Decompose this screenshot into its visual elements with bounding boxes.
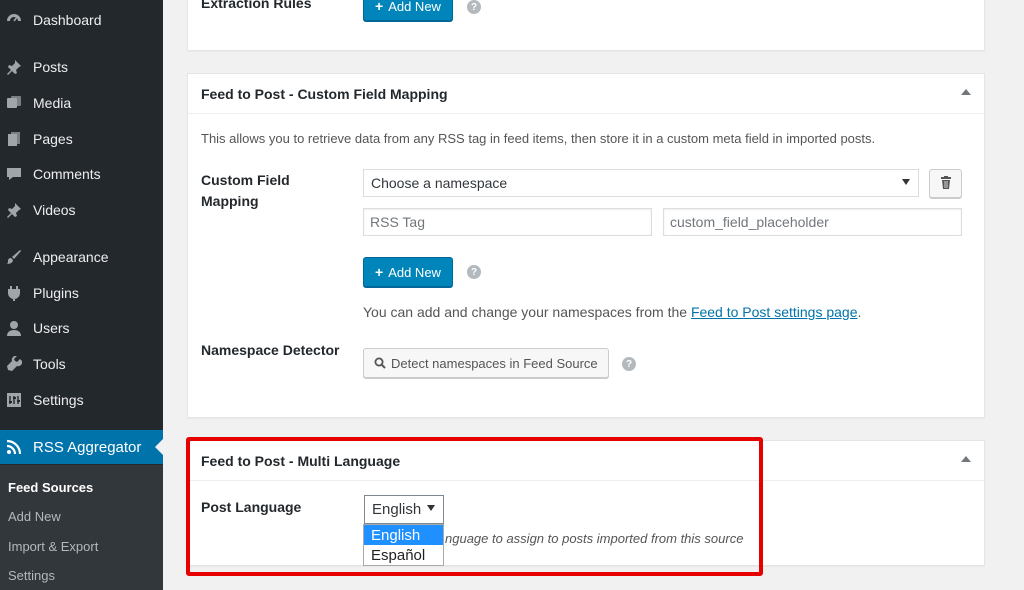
sidebar-item-label: Tools: [33, 356, 66, 372]
search-icon: [374, 357, 386, 369]
rss-aggregator-submenu: Feed Sources Add New Import & Export Set…: [0, 465, 163, 590]
sidebar-item-label: Appearance: [33, 249, 109, 265]
wrench-icon: [6, 356, 22, 372]
submenu-feed-sources[interactable]: Feed Sources: [8, 480, 93, 495]
help-icon[interactable]: ?: [467, 265, 481, 279]
delete-mapping-button[interactable]: [929, 169, 962, 198]
plus-icon: +: [375, 0, 384, 14]
user-icon: [6, 320, 22, 336]
help-icon[interactable]: ?: [467, 0, 481, 14]
note-text: You can add and change your namespaces f…: [363, 304, 691, 320]
sidebar-item-label: Dashboard: [33, 12, 102, 28]
dropdown-arrow-icon: [902, 179, 910, 185]
post-language-description: nguage to assign to posts imported from …: [445, 531, 744, 546]
sidebar-item-videos[interactable]: Videos: [0, 193, 163, 227]
sidebar-item-appearance[interactable]: Appearance: [0, 240, 163, 274]
sidebar-item-label: Settings: [33, 392, 84, 408]
panel-header[interactable]: Feed to Post - Multi Language: [188, 441, 984, 481]
sidebar-item-comments[interactable]: Comments: [0, 157, 163, 191]
plus-icon: +: [375, 264, 384, 280]
pages-icon: [6, 131, 22, 147]
sidebar-item-tools[interactable]: Tools: [0, 347, 163, 381]
language-option-english[interactable]: English: [364, 525, 443, 545]
button-label: Add New: [388, 0, 441, 14]
sidebar-item-label: Comments: [33, 166, 101, 182]
help-icon[interactable]: ?: [622, 357, 636, 371]
sidebar-item-media[interactable]: Media: [0, 86, 163, 120]
trash-icon: [940, 175, 952, 192]
comment-icon: [6, 166, 22, 182]
pin-icon: [6, 202, 22, 218]
button-label: Detect namespaces in Feed Source: [391, 355, 598, 371]
custom-field-mapping-panel: Feed to Post - Custom Field Mapping This…: [187, 73, 985, 418]
panel-header[interactable]: Feed to Post - Custom Field Mapping: [188, 74, 984, 114]
custom-field-input[interactable]: custom_field_placeholder: [663, 208, 962, 236]
sidebar-item-settings[interactable]: Settings: [0, 383, 163, 417]
namespace-note: You can add and change your namespaces f…: [363, 304, 861, 320]
panel-description: This allows you to retrieve data from an…: [201, 131, 876, 146]
plugin-icon: [6, 285, 22, 301]
submenu-settings[interactable]: Settings: [8, 568, 55, 583]
sidebar-item-posts[interactable]: Posts: [0, 50, 163, 84]
sidebar-item-pages[interactable]: Pages: [0, 122, 163, 156]
rss-icon: [6, 439, 22, 455]
custom-field-add-new-button[interactable]: + Add New: [363, 257, 453, 287]
collapse-arrow-icon[interactable]: [961, 456, 971, 462]
label-line: Custom Field: [201, 172, 290, 188]
post-language-label: Post Language: [201, 499, 302, 515]
sidebar-item-label: Posts: [33, 59, 69, 75]
feed-to-post-settings-link[interactable]: Feed to Post settings page: [691, 304, 858, 320]
rss-tag-input[interactable]: RSS Tag: [363, 208, 652, 236]
sidebar-item-dashboard[interactable]: Dashboard: [0, 3, 163, 37]
select-value: English: [372, 501, 422, 518]
admin-sidebar: Dashboard Posts Media Pages Comments Vid…: [0, 0, 163, 590]
namespace-detector-label: Namespace Detector: [201, 342, 340, 358]
sidebar-item-rss-aggregator[interactable]: RSS Aggregator: [0, 430, 163, 464]
button-label: Add New: [388, 264, 441, 280]
dropdown-arrow-icon: [427, 505, 435, 511]
media-icon: [6, 95, 22, 111]
settings-icon: [6, 392, 22, 408]
sidebar-item-label: Videos: [33, 202, 76, 218]
extraction-rules-label: Extraction Rules: [201, 0, 312, 11]
language-dropdown-list: English Español: [363, 524, 444, 566]
sidebar-item-label: Plugins: [33, 285, 79, 301]
sidebar-item-label: Media: [33, 95, 72, 111]
submenu-add-new[interactable]: Add New: [8, 509, 61, 524]
pin-icon: [6, 59, 22, 75]
post-language-select[interactable]: English: [364, 495, 444, 524]
namespace-select[interactable]: Choose a namespace: [363, 169, 919, 197]
label-line: Mapping: [201, 193, 259, 209]
sidebar-item-plugins[interactable]: Plugins: [0, 276, 163, 310]
language-option-espanol[interactable]: Español: [364, 545, 443, 565]
select-value: Choose a namespace: [371, 175, 508, 191]
sidebar-item-label: Pages: [33, 131, 73, 147]
detect-namespaces-button[interactable]: Detect namespaces in Feed Source: [363, 348, 609, 378]
extraction-rules-panel: Extraction Rules + Add New ?: [187, 0, 985, 51]
note-text: .: [857, 304, 862, 320]
extraction-add-new-button[interactable]: + Add New: [363, 0, 453, 21]
sidebar-item-label: Users: [33, 320, 70, 336]
panel-title: Feed to Post - Custom Field Mapping: [201, 85, 448, 102]
dashboard-icon: [6, 12, 22, 28]
sidebar-item-users[interactable]: Users: [0, 311, 163, 345]
sidebar-item-label: RSS Aggregator: [33, 438, 142, 456]
multi-language-panel: Feed to Post - Multi Language Post Langu…: [187, 440, 985, 566]
panel-title: Feed to Post - Multi Language: [201, 452, 401, 469]
brush-icon: [6, 249, 22, 265]
submenu-import-export[interactable]: Import & Export: [8, 539, 98, 554]
collapse-arrow-icon[interactable]: [961, 89, 971, 95]
custom-field-mapping-label: Custom Field Mapping: [201, 170, 290, 212]
